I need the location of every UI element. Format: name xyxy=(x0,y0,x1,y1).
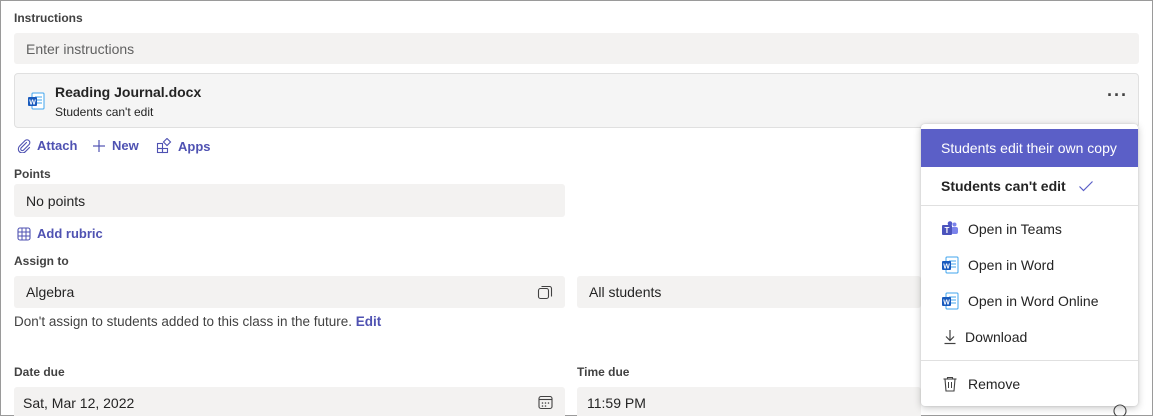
assign-note-text: Don't assign to students added to this c… xyxy=(14,314,353,329)
more-options-button[interactable]: ··· xyxy=(1107,86,1128,104)
assignment-form: Instructions Enter instructions W Readin… xyxy=(0,0,1153,416)
edit-own-copy-label: Students edit their own copy xyxy=(941,140,1117,156)
attach-label: Attach xyxy=(37,138,78,153)
instructions-label: Instructions xyxy=(14,11,83,25)
menu-item-open-word[interactable]: W Open in Word xyxy=(921,247,1138,283)
assign-to-label: Assign to xyxy=(14,254,69,268)
attachment-file-name[interactable]: Reading Journal.docx xyxy=(55,84,201,100)
assign-note: Don't assign to students added to this c… xyxy=(14,314,381,329)
attachment-permission: Students can't edit xyxy=(55,105,154,119)
apps-label: Apps xyxy=(178,138,211,154)
date-due-value: Sat, Mar 12, 2022 xyxy=(23,395,135,411)
students-selector[interactable]: All students xyxy=(577,276,921,308)
svg-text:W: W xyxy=(943,299,950,306)
open-teams-label: Open in Teams xyxy=(968,221,1062,237)
cant-edit-label: Students can't edit xyxy=(941,178,1066,194)
open-word-online-label: Open in Word Online xyxy=(968,293,1099,309)
menu-item-edit-own-copy[interactable]: Students edit their own copy xyxy=(921,129,1138,167)
date-due-input[interactable]: Sat, Mar 12, 2022 xyxy=(14,387,565,416)
svg-text:W: W xyxy=(29,99,36,106)
add-rubric-label: Add rubric xyxy=(37,226,103,241)
svg-text:W: W xyxy=(943,263,950,270)
add-rubric-button[interactable]: Add rubric xyxy=(17,226,103,241)
attachment-card[interactable]: W Reading Journal.docx Students can't ed… xyxy=(14,73,1139,128)
instructions-input[interactable]: Enter instructions xyxy=(14,33,1139,64)
word-online-icon: W xyxy=(942,292,959,310)
remove-label: Remove xyxy=(968,376,1021,392)
attach-button[interactable]: Attach xyxy=(17,138,77,153)
menu-item-cant-edit[interactable]: Students can't edit xyxy=(921,167,1138,205)
plus-icon xyxy=(93,139,105,152)
edit-link[interactable]: Edit xyxy=(356,314,382,329)
word-icon: W xyxy=(942,256,959,274)
trash-icon xyxy=(943,376,957,392)
menu-item-remove[interactable]: Remove xyxy=(921,366,1138,402)
teams-icon: T xyxy=(942,221,958,235)
apps-button[interactable]: Apps xyxy=(156,138,211,154)
word-icon: W xyxy=(28,92,45,110)
menu-item-open-word-online[interactable]: W Open in Word Online xyxy=(921,283,1138,319)
download-icon xyxy=(944,330,956,345)
svg-text:T: T xyxy=(945,226,950,235)
new-button[interactable]: New xyxy=(92,138,139,153)
date-due-label: Date due xyxy=(14,365,65,379)
calendar-icon[interactable] xyxy=(538,395,553,410)
class-selector[interactable]: Algebra xyxy=(14,276,565,308)
time-due-label: Time due xyxy=(577,365,630,379)
download-label: Download xyxy=(965,329,1028,345)
points-label: Points xyxy=(14,167,51,181)
menu-item-download[interactable]: Download xyxy=(921,319,1138,355)
paperclip-icon xyxy=(17,138,31,153)
attachment-options-menu: Students edit their own copy Students ca… xyxy=(921,124,1138,406)
clock-icon[interactable] xyxy=(1113,404,1127,416)
menu-divider xyxy=(921,360,1138,361)
copy-icon[interactable] xyxy=(537,284,553,300)
new-label: New xyxy=(112,138,139,153)
apps-icon xyxy=(156,138,172,154)
menu-item-open-teams[interactable]: T Open in Teams xyxy=(921,211,1138,247)
grid-icon xyxy=(17,226,31,241)
time-due-input[interactable]: 11:59 PM xyxy=(577,387,921,416)
checkmark-icon xyxy=(1078,181,1093,192)
class-value: Algebra xyxy=(26,284,75,300)
menu-divider xyxy=(921,205,1138,206)
open-word-label: Open in Word xyxy=(968,257,1055,273)
points-input[interactable]: No points xyxy=(14,184,565,217)
